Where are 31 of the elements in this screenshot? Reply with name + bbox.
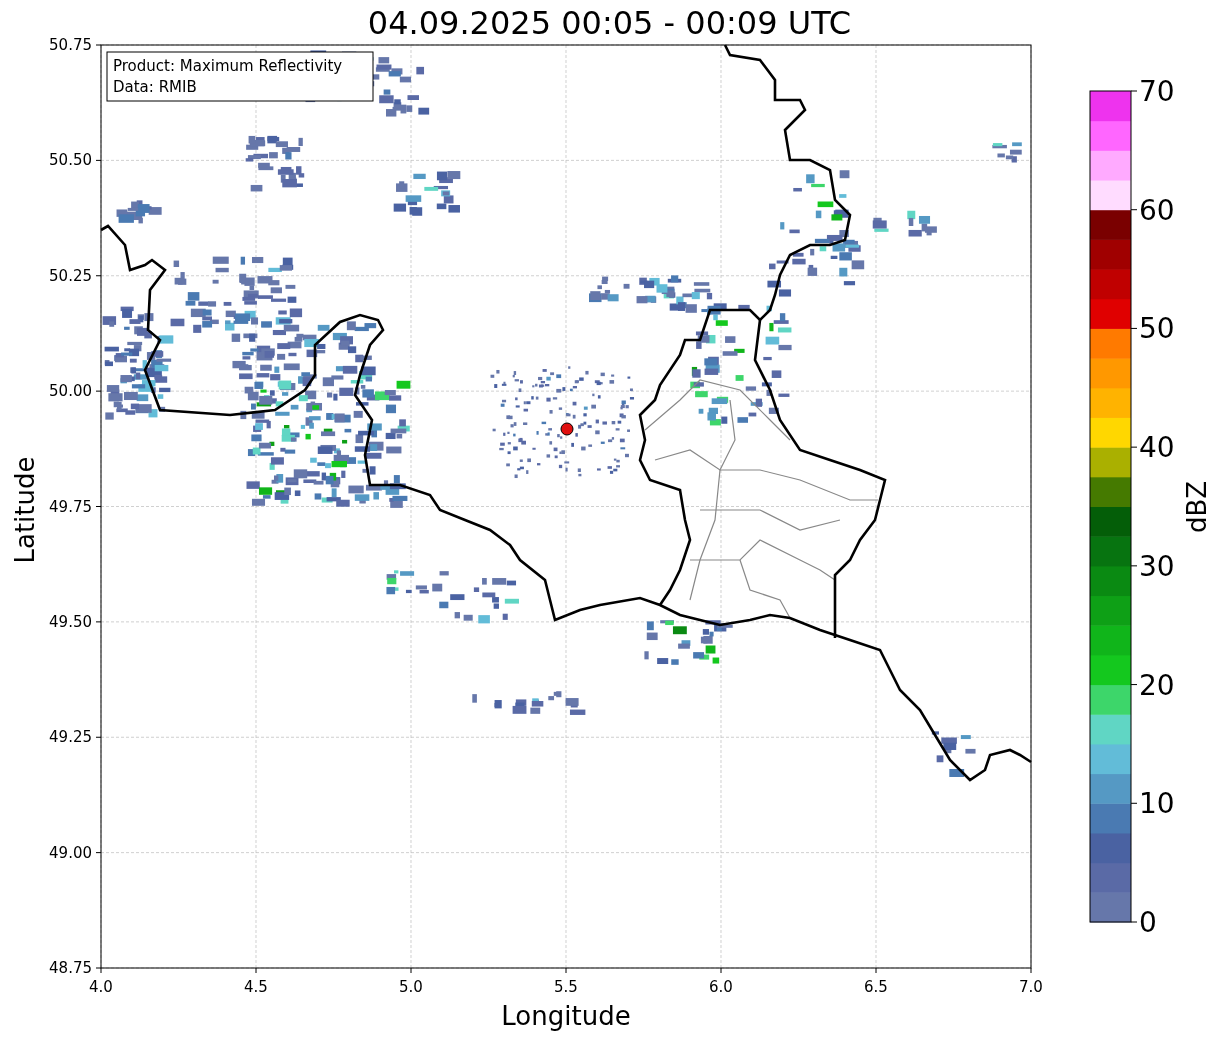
colorbar-tick-label: 70 <box>1139 75 1175 108</box>
colorbar-tick-label: 30 <box>1139 549 1175 583</box>
x-tick-label: 6.5 <box>864 978 888 996</box>
y-tick-label: 49.50 <box>49 612 92 631</box>
y-tick-label: 49.25 <box>49 728 92 747</box>
y-axis-label: Latitude <box>10 456 40 564</box>
x-tick-label: 5.0 <box>399 978 423 996</box>
colorbar-tick-label: 0 <box>1139 906 1157 939</box>
y-tick-label: 49.75 <box>49 497 92 516</box>
radar-site-marker <box>560 422 574 436</box>
y-tick-label: 48.75 <box>49 959 92 977</box>
x-tick-label: 5.5 <box>554 978 578 996</box>
x-axis-label: Longitude <box>501 1001 631 1031</box>
chart-title: 04.09.2025 00:05 - 00:09 UTC <box>367 3 852 42</box>
colorbar-tick-label: 40 <box>1139 431 1175 465</box>
y-tick-label: 49.00 <box>49 843 92 862</box>
y-tick-label: 50.50 <box>49 151 92 170</box>
colorbar-tick-label: 50 <box>1139 312 1175 346</box>
info-text: Data: RMIB <box>113 78 197 96</box>
colorbar-tick-label: 10 <box>1139 787 1175 821</box>
y-tick-label: 50.75 <box>49 36 92 54</box>
x-tick-label: 4.5 <box>244 978 268 996</box>
x-tick-label: 7.0 <box>1019 978 1043 996</box>
info-text: Product: Maximum Reflectivity <box>113 57 343 75</box>
colorbar-label: dBZ <box>1182 480 1212 534</box>
y-tick-label: 50.00 <box>49 382 92 401</box>
x-tick-label: 4.0 <box>89 978 113 996</box>
colorbar-tick-label: 20 <box>1139 668 1175 702</box>
x-tick-label: 6.0 <box>709 978 733 996</box>
colorbar-tick-label: 60 <box>1139 193 1175 227</box>
y-tick-label: 50.25 <box>49 266 92 285</box>
